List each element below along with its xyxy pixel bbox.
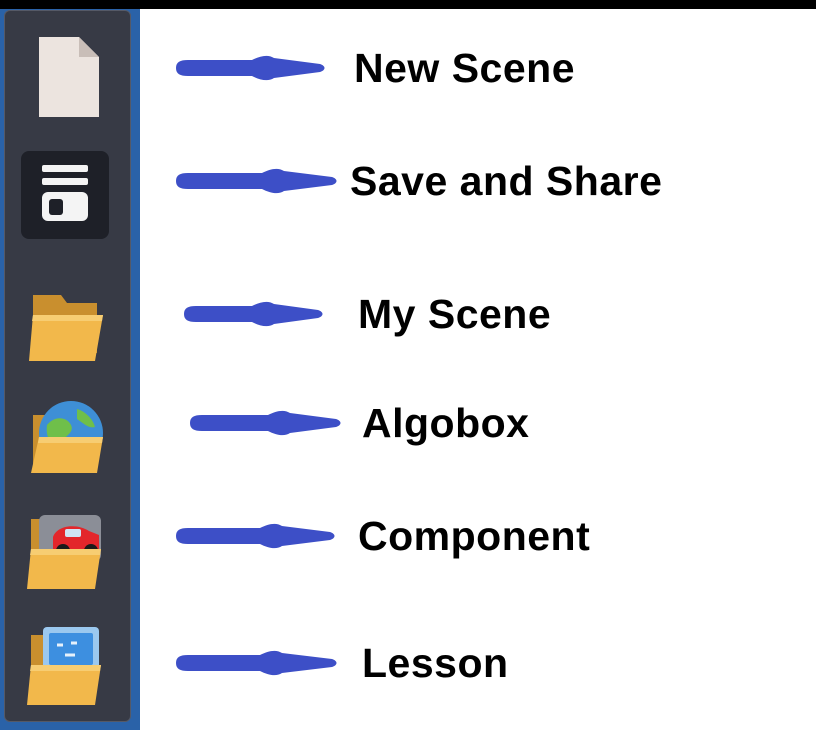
save-share-button[interactable] — [21, 151, 109, 239]
arrow-icon — [190, 410, 341, 436]
toolbar-sidebar — [4, 10, 131, 722]
screen-folder-icon — [27, 627, 101, 705]
arrow-icon — [176, 523, 335, 549]
top-border — [0, 0, 816, 9]
component-button[interactable] — [19, 505, 107, 593]
algobox-button[interactable] — [19, 389, 107, 477]
save-share-label: Save and Share — [350, 158, 663, 204]
arrow-icon — [176, 168, 337, 194]
algobox-label: Algobox — [362, 400, 530, 446]
arrow-icon — [176, 650, 337, 676]
new-scene-button[interactable] — [17, 33, 105, 121]
component-label: Component — [358, 513, 591, 559]
save-drive-icon — [42, 165, 88, 221]
lesson-button[interactable] — [19, 621, 107, 709]
my-scene-button[interactable] — [19, 281, 107, 369]
folder-icon — [29, 295, 103, 361]
car-folder-icon — [27, 515, 101, 589]
globe-folder-icon — [31, 401, 103, 473]
arrow-icon — [184, 301, 323, 327]
my-scene-label: My Scene — [358, 291, 552, 337]
new-scene-label: New Scene — [354, 45, 575, 91]
arrow-icon — [176, 55, 325, 81]
blank-document-icon — [39, 37, 99, 117]
lesson-label: Lesson — [362, 640, 509, 686]
